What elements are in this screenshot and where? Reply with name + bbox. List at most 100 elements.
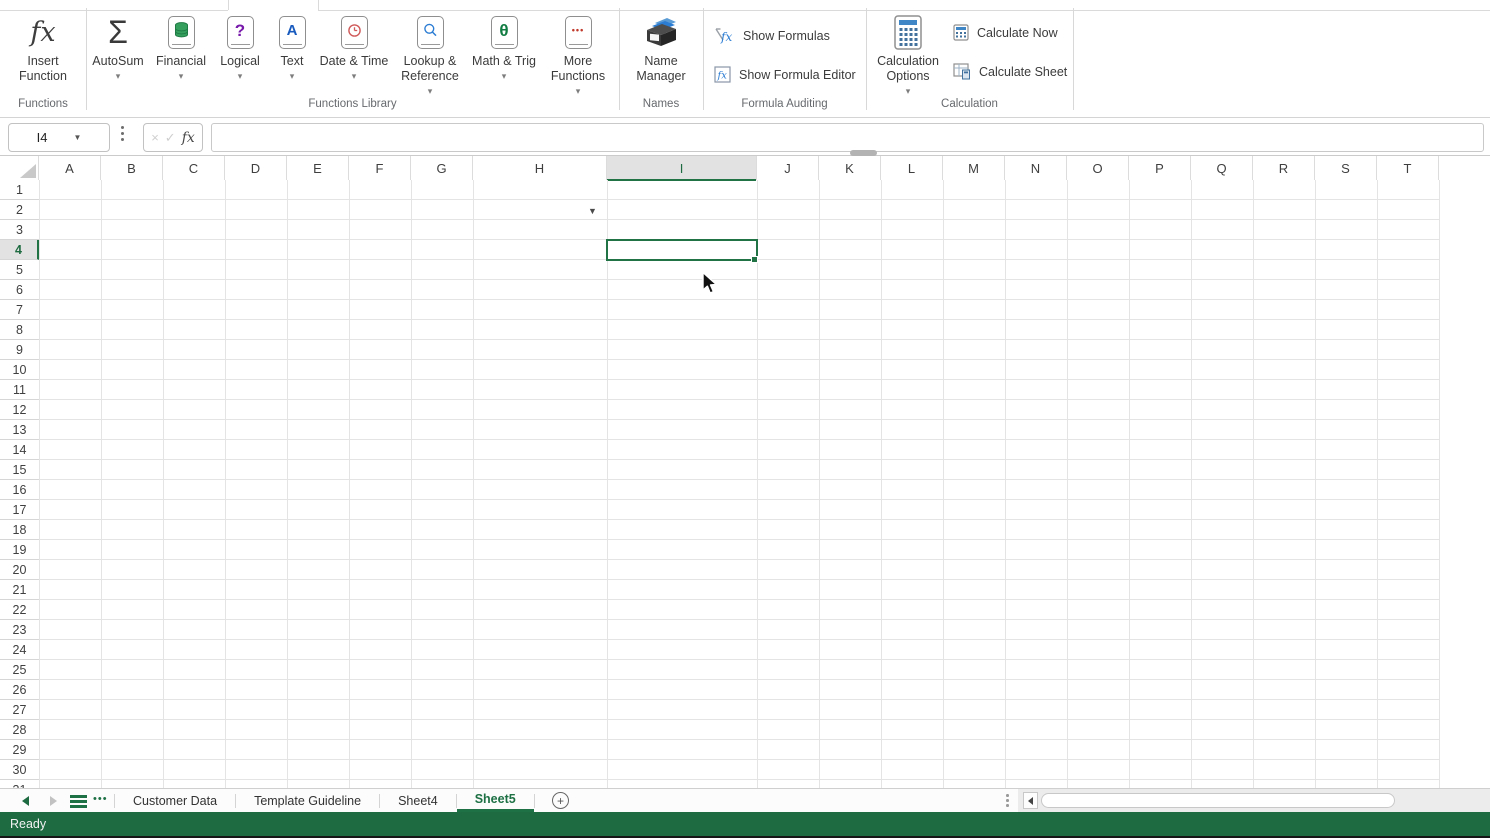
status-text: Ready bbox=[10, 817, 46, 831]
column-header-O[interactable]: O bbox=[1067, 156, 1129, 180]
row-header-8[interactable]: 8 bbox=[0, 320, 39, 340]
add-sheet-button[interactable]: + bbox=[552, 792, 569, 809]
sheet-tab-customer-data[interactable]: Customer Data bbox=[115, 789, 235, 812]
row-header-24[interactable]: 24 bbox=[0, 640, 39, 660]
row-header-27[interactable]: 27 bbox=[0, 700, 39, 720]
row-header-31[interactable]: 31 bbox=[0, 780, 39, 788]
calculate-now-button[interactable]: Calculate Now bbox=[953, 24, 1058, 41]
calculate-sheet-button[interactable]: Calculate Sheet bbox=[953, 63, 1067, 80]
clock-book-icon bbox=[341, 16, 368, 49]
row-header-3[interactable]: 3 bbox=[0, 220, 39, 240]
column-header-E[interactable]: E bbox=[287, 156, 349, 180]
dropdown-caret-icon: ▾ bbox=[116, 72, 121, 81]
column-header-L[interactable]: L bbox=[881, 156, 943, 180]
row-header-11[interactable]: 11 bbox=[0, 380, 39, 400]
column-header-P[interactable]: P bbox=[1129, 156, 1191, 180]
financial-button[interactable]: Financial ▾ bbox=[151, 11, 211, 81]
svg-text:fx: fx bbox=[717, 71, 728, 82]
scrollbar-left-button[interactable] bbox=[1023, 792, 1038, 809]
row-header-4[interactable]: 4 bbox=[0, 240, 39, 260]
column-header-R[interactable]: R bbox=[1253, 156, 1315, 180]
column-header-H[interactable]: H bbox=[473, 156, 607, 180]
cancel-icon[interactable]: × bbox=[151, 130, 159, 145]
fill-handle[interactable] bbox=[751, 256, 758, 263]
scroll-tabs-left-icon[interactable] bbox=[22, 796, 29, 806]
row-header-16[interactable]: 16 bbox=[0, 480, 39, 500]
calculation-options-label: Calculation Options bbox=[869, 54, 947, 84]
column-header-B[interactable]: B bbox=[101, 156, 163, 180]
column-header-Q[interactable]: Q bbox=[1191, 156, 1253, 180]
fx-icon: fx bbox=[30, 17, 55, 48]
row-header-13[interactable]: 13 bbox=[0, 420, 39, 440]
row-header-5[interactable]: 5 bbox=[0, 260, 39, 280]
sheet-tab-template-guideline[interactable]: Template Guideline bbox=[236, 789, 379, 812]
column-header-C[interactable]: C bbox=[163, 156, 225, 180]
ribbon-formulas-tab: Functions Functions Library Names Formul… bbox=[0, 0, 1490, 118]
insert-function-fx-icon[interactable]: fx bbox=[182, 130, 195, 146]
row-header-7[interactable]: 7 bbox=[0, 300, 39, 320]
more-tabs-ellipsis-icon[interactable]: ••• bbox=[93, 793, 108, 805]
column-header-S[interactable]: S bbox=[1315, 156, 1377, 180]
row-header-26[interactable]: 26 bbox=[0, 680, 39, 700]
scroll-tabs-right-icon[interactable] bbox=[50, 796, 57, 806]
math-trig-button[interactable]: θ Math & Trig ▾ bbox=[468, 11, 540, 81]
row-header-20[interactable]: 20 bbox=[0, 560, 39, 580]
column-header-F[interactable]: F bbox=[349, 156, 411, 180]
show-formulas-button[interactable]: fx Show Formulas bbox=[714, 27, 830, 44]
more-functions-button[interactable]: ••• More Functions ▾ bbox=[544, 11, 612, 96]
row-header-21[interactable]: 21 bbox=[0, 580, 39, 600]
row-header-14[interactable]: 14 bbox=[0, 440, 39, 460]
sheet-tab-sheet4[interactable]: Sheet4 bbox=[380, 789, 456, 812]
row-header-1[interactable]: 1 bbox=[0, 180, 39, 200]
row-header-23[interactable]: 23 bbox=[0, 620, 39, 640]
row-header-6[interactable]: 6 bbox=[0, 280, 39, 300]
confirm-icon[interactable]: ✓ bbox=[165, 130, 176, 146]
row-header-12[interactable]: 12 bbox=[0, 400, 39, 420]
grid-body[interactable]: 1234567891011121314151617181920212223242… bbox=[0, 180, 1490, 788]
column-header-J[interactable]: J bbox=[757, 156, 819, 180]
formula-input[interactable] bbox=[211, 123, 1484, 152]
namebox-caret-icon[interactable]: ▼ bbox=[73, 133, 81, 142]
column-header-T[interactable]: T bbox=[1377, 156, 1439, 180]
row-header-29[interactable]: 29 bbox=[0, 740, 39, 760]
calculation-options-button[interactable]: Calculation Options ▾ bbox=[869, 11, 947, 96]
name-box[interactable]: I4 ▼ bbox=[8, 123, 110, 152]
column-header-I[interactable]: I bbox=[607, 156, 757, 180]
row-header-9[interactable]: 9 bbox=[0, 340, 39, 360]
grid-line bbox=[473, 180, 474, 788]
mini-scrollbar-thumb[interactable] bbox=[850, 150, 877, 156]
data-validation-dropdown-icon[interactable]: ▼ bbox=[588, 206, 597, 216]
row-header-17[interactable]: 17 bbox=[0, 500, 39, 520]
autosum-button[interactable]: Σ AutoSum ▾ bbox=[86, 11, 150, 81]
column-header-A[interactable]: A bbox=[39, 156, 101, 180]
formula-bar-drag-handle[interactable] bbox=[121, 126, 124, 141]
row-header-2[interactable]: 2 bbox=[0, 200, 39, 220]
lookup-reference-button[interactable]: Lookup & Reference ▾ bbox=[392, 11, 468, 96]
date-time-button[interactable]: Date & Time ▾ bbox=[318, 11, 390, 81]
column-header-G[interactable]: G bbox=[411, 156, 473, 180]
sheet-list-menu-icon[interactable] bbox=[70, 795, 87, 808]
row-header-19[interactable]: 19 bbox=[0, 540, 39, 560]
sheet-tab-sheet5[interactable]: Sheet5 bbox=[457, 789, 534, 812]
grid-line bbox=[1129, 180, 1130, 788]
theta-book-icon: θ bbox=[491, 16, 518, 49]
row-header-30[interactable]: 30 bbox=[0, 760, 39, 780]
horizontal-scrollbar-thumb[interactable] bbox=[1041, 793, 1395, 808]
text-button[interactable]: A Text ▾ bbox=[266, 11, 318, 81]
column-header-D[interactable]: D bbox=[225, 156, 287, 180]
row-header-18[interactable]: 18 bbox=[0, 520, 39, 540]
column-header-M[interactable]: M bbox=[943, 156, 1005, 180]
insert-function-button[interactable]: fx Insert Function bbox=[8, 11, 78, 84]
name-manager-button[interactable]: Name Manager bbox=[629, 11, 693, 84]
column-header-K[interactable]: K bbox=[819, 156, 881, 180]
row-header-15[interactable]: 15 bbox=[0, 460, 39, 480]
column-header-N[interactable]: N bbox=[1005, 156, 1067, 180]
scrollbar-drag-dots-icon[interactable] bbox=[1006, 794, 1009, 807]
row-header-25[interactable]: 25 bbox=[0, 660, 39, 680]
logical-button[interactable]: ? Logical ▾ bbox=[212, 11, 268, 81]
row-header-10[interactable]: 10 bbox=[0, 360, 39, 380]
row-header-22[interactable]: 22 bbox=[0, 600, 39, 620]
select-all-corner[interactable] bbox=[0, 156, 39, 180]
show-formula-editor-button[interactable]: fx Show Formula Editor bbox=[714, 66, 856, 83]
row-header-28[interactable]: 28 bbox=[0, 720, 39, 740]
